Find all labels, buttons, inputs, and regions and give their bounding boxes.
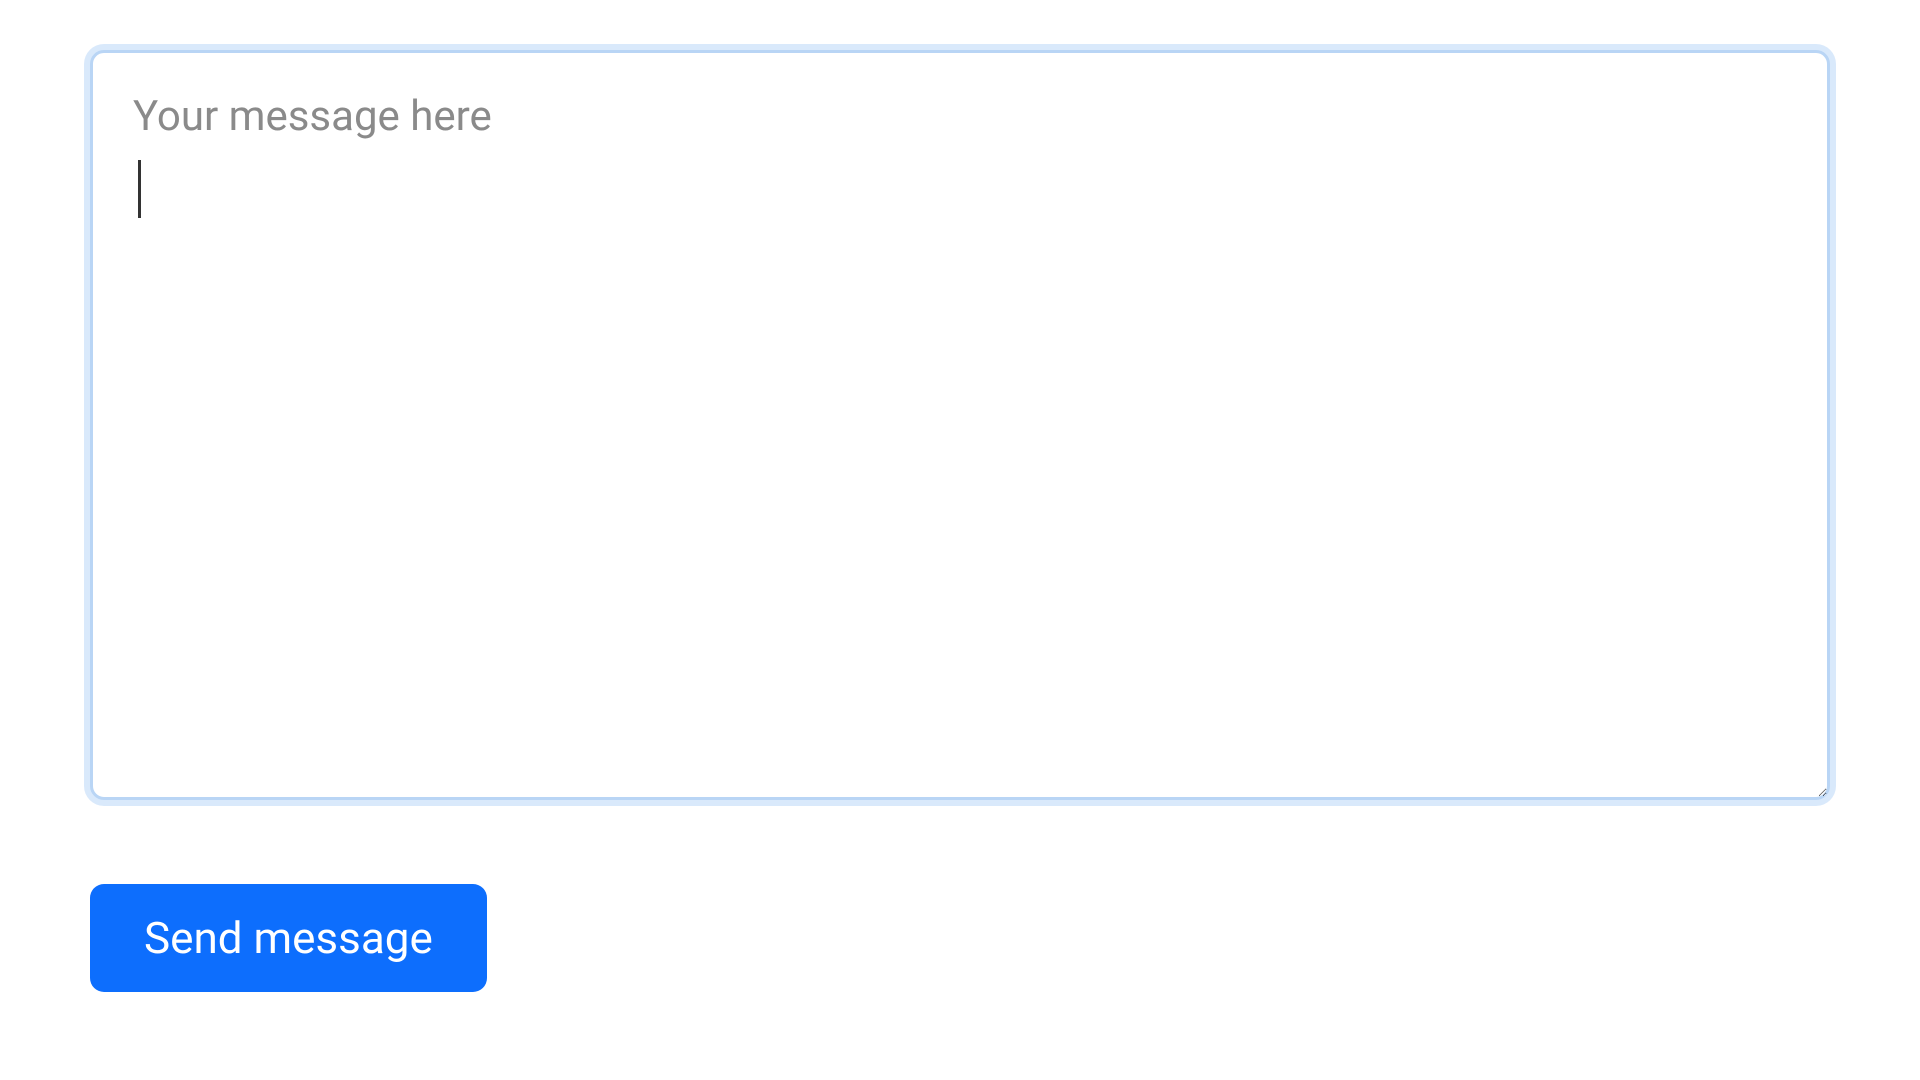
textarea-wrapper [90, 50, 1830, 804]
send-message-button[interactable]: Send message [90, 884, 487, 992]
message-form: Send message [90, 50, 1830, 992]
message-input[interactable] [90, 50, 1830, 800]
